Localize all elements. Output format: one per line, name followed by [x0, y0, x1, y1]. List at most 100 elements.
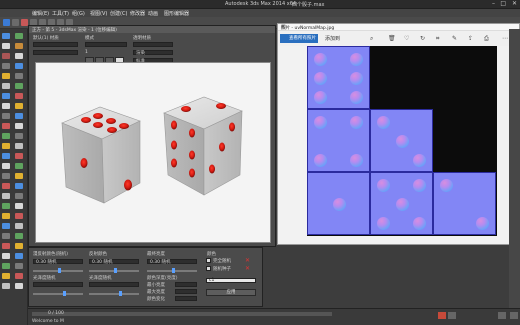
minimize-icon[interactable]: – [492, 0, 495, 7]
tool-icon[interactable] [2, 193, 10, 199]
tool-icon[interactable] [15, 193, 23, 199]
slider[interactable] [33, 268, 83, 273]
modify-icon[interactable] [15, 33, 23, 39]
tool-icon[interactable] [2, 123, 10, 129]
menu-item[interactable]: 视图(V) [90, 10, 107, 17]
share-icon[interactable]: ⇪ [468, 35, 473, 42]
menu-item[interactable]: 创建(C) [110, 10, 127, 17]
value-field[interactable] [89, 282, 139, 287]
tool-icon[interactable] [2, 213, 10, 219]
utilities-icon[interactable] [15, 53, 23, 59]
tool-icon[interactable] [15, 213, 23, 219]
apply-button[interactable]: 应用 [206, 289, 256, 296]
tool-icon[interactable] [15, 263, 23, 269]
value-field[interactable] [175, 296, 197, 301]
tool-icon[interactable] [2, 103, 10, 109]
slider-knob[interactable] [119, 291, 122, 296]
create-icon[interactable] [2, 33, 10, 39]
tool-icon[interactable] [15, 283, 23, 289]
crop-icon[interactable]: ⌗ [436, 35, 439, 43]
zoom-icon[interactable] [498, 312, 506, 319]
value-field[interactable]: 0.30 随机 [147, 259, 197, 265]
slider[interactable] [33, 291, 83, 296]
tool-icon[interactable] [2, 153, 10, 159]
slider[interactable] [89, 268, 139, 273]
undo-icon[interactable] [3, 19, 10, 26]
tool-icon[interactable] [2, 283, 10, 289]
tool-icon[interactable] [15, 123, 23, 129]
tool-icon[interactable] [15, 133, 23, 139]
tool-icon[interactable] [2, 203, 10, 209]
tool-icon[interactable] [15, 143, 23, 149]
rotate-icon[interactable]: ↻ [420, 35, 425, 42]
slider-knob[interactable] [172, 268, 175, 273]
tool-icon[interactable] [15, 173, 23, 179]
tool-icon[interactable] [15, 153, 23, 159]
tool-icon[interactable] [15, 273, 23, 279]
remove-icon[interactable]: ✕ [245, 265, 250, 272]
tool-icon[interactable] [2, 273, 10, 279]
tool-icon[interactable] [15, 223, 23, 229]
slider-knob[interactable] [63, 291, 66, 296]
menu-item[interactable]: 工具(T) [52, 10, 69, 17]
favorite-icon[interactable]: ♡ [404, 35, 409, 42]
checkbox[interactable] [206, 258, 211, 263]
tool-icon[interactable] [2, 173, 10, 179]
tool-icon[interactable] [15, 83, 23, 89]
view-all-photos-button[interactable]: 查看所有照片 [280, 34, 318, 43]
tool-icon[interactable] [15, 253, 23, 259]
value-field[interactable]: 0.30 随机 [33, 259, 83, 265]
remove-icon[interactable]: ✕ [245, 257, 250, 264]
slider[interactable] [147, 268, 197, 273]
slider-knob[interactable] [58, 268, 61, 273]
motion-icon[interactable] [15, 43, 23, 49]
edit-icon[interactable]: ✎ [452, 35, 457, 42]
tool-icon[interactable] [2, 83, 10, 89]
menu-item[interactable]: 编辑(E) [32, 10, 49, 17]
print-icon[interactable]: ⎙ [484, 35, 489, 43]
value-field[interactable]: 0.30 随机 [89, 259, 139, 265]
tool-icon[interactable] [15, 93, 23, 99]
tool-icon[interactable] [15, 63, 23, 69]
tool-icon[interactable] [2, 93, 10, 99]
tool-icon[interactable] [2, 163, 10, 169]
value-field[interactable] [175, 289, 197, 294]
tool-icon[interactable] [2, 133, 10, 139]
tool-icon[interactable] [2, 263, 10, 269]
select-dropdown[interactable]: 渲染 [133, 50, 173, 56]
hierarchy-icon[interactable] [2, 43, 10, 49]
tool-icon[interactable] [15, 203, 23, 209]
transparent-field[interactable] [133, 42, 173, 47]
tool-icon[interactable] [15, 103, 23, 109]
menu-item[interactable]: 动画 [148, 10, 158, 17]
tool-icon[interactable] [2, 253, 10, 259]
checkbox[interactable] [206, 266, 211, 271]
tool-icon[interactable] [2, 113, 10, 119]
tool-icon[interactable] [2, 243, 10, 249]
add-to-button[interactable]: 添加到 [325, 35, 340, 42]
tool-icon[interactable] [2, 223, 10, 229]
display-icon[interactable] [2, 53, 10, 59]
tool-icon[interactable] [2, 73, 10, 79]
tool-icon[interactable] [15, 163, 23, 169]
tool-icon[interactable] [15, 233, 23, 239]
value-field[interactable] [175, 282, 197, 287]
right-scroll-strip[interactable] [509, 29, 520, 308]
tool-icon[interactable] [15, 73, 23, 79]
time-slider[interactable] [32, 312, 332, 316]
pan-icon[interactable] [510, 312, 518, 319]
delete-icon[interactable]: 🗑 [388, 35, 396, 42]
tool-icon[interactable] [15, 113, 23, 119]
tool-icon[interactable] [2, 233, 10, 239]
dropdown[interactable]: c1 [206, 278, 256, 283]
tool-icon[interactable] [2, 143, 10, 149]
map-field[interactable] [33, 50, 78, 55]
tool-icon[interactable] [2, 183, 10, 189]
material-field[interactable] [33, 42, 78, 47]
menu-item[interactable]: 组(G) [72, 10, 85, 17]
tool-icon[interactable] [15, 183, 23, 189]
close-icon[interactable]: ✕ [512, 0, 517, 7]
mode-field[interactable] [85, 42, 127, 47]
slider-knob[interactable] [114, 268, 117, 273]
key-icon[interactable] [448, 312, 456, 319]
